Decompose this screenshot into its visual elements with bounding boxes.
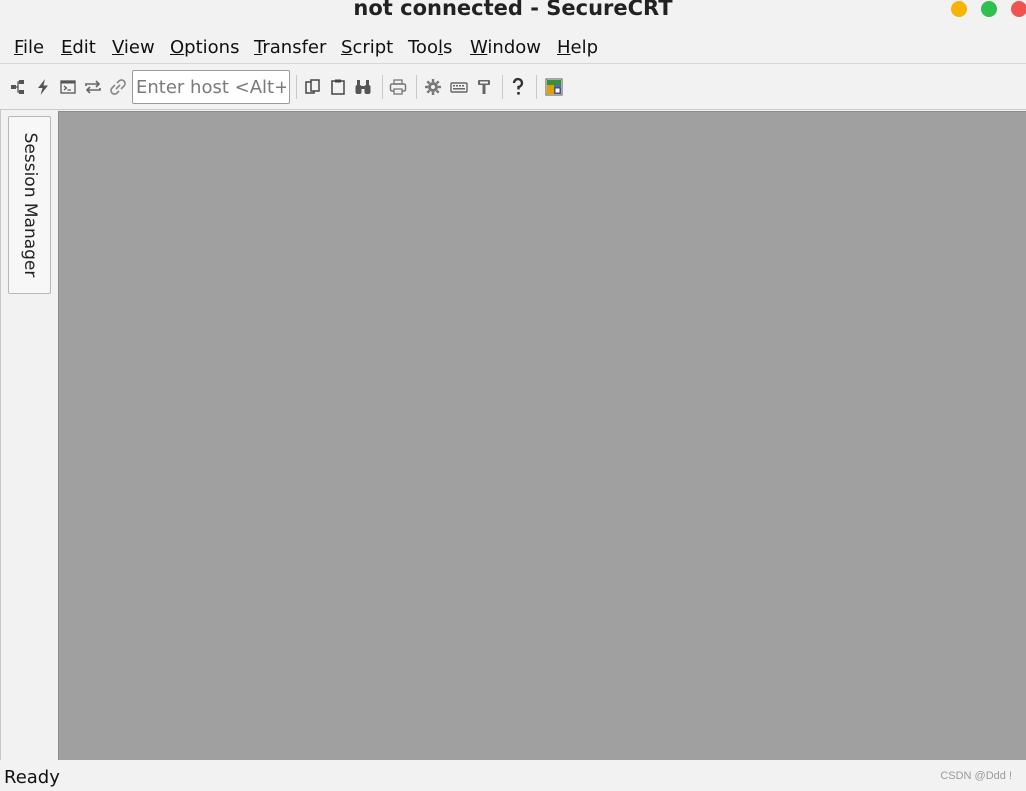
minimize-button[interactable] (951, 1, 967, 17)
copy-icon[interactable] (303, 77, 323, 97)
toolbar-separator (502, 75, 503, 99)
session-workspace (58, 111, 1026, 760)
session-manager-tab-label: Session Manager (19, 132, 40, 278)
session-sidebar: Session Manager (0, 110, 58, 760)
menu-help[interactable]: Help (557, 37, 598, 58)
menu-options[interactable]: Options (170, 37, 239, 58)
watermark: CSDN @Ddd ! (940, 770, 1012, 782)
print-icon[interactable] (388, 77, 408, 97)
window-title: not connected - SecureCRT (353, 0, 673, 20)
quick-connect-icon[interactable] (33, 77, 53, 97)
maximize-button[interactable] (981, 1, 997, 17)
find-icon[interactable] (353, 77, 373, 97)
menu-view[interactable]: View (112, 37, 155, 58)
sftp-icon[interactable] (474, 77, 494, 97)
menu-tools[interactable]: Tools (408, 37, 452, 58)
close-button[interactable] (1011, 1, 1026, 17)
status-bar: Ready CSDN @Ddd ! (0, 761, 1026, 791)
paste-icon[interactable] (328, 77, 348, 97)
reconnect-icon[interactable] (83, 77, 103, 97)
menu-bar: File Edit View Options Transfer Script T… (0, 33, 1026, 64)
menu-edit[interactable]: Edit (61, 37, 96, 58)
title-bar: not connected - SecureCRT (0, 0, 1026, 24)
toolbar-separator (382, 75, 383, 99)
connect-in-tab-icon[interactable] (58, 77, 78, 97)
disconnect-icon[interactable] (108, 77, 128, 97)
host-input[interactable] (132, 70, 290, 104)
connect-icon[interactable] (8, 77, 28, 97)
menu-transfer[interactable]: Transfer (254, 37, 326, 58)
menu-file[interactable]: File (14, 37, 44, 58)
session-options-icon[interactable] (423, 77, 443, 97)
menu-window[interactable]: Window (470, 37, 541, 58)
toolbar-separator (296, 75, 297, 99)
help-icon[interactable] (508, 77, 528, 97)
app-icon[interactable] (544, 77, 564, 97)
menu-script[interactable]: Script (341, 37, 393, 58)
toolbar-separator (416, 75, 417, 99)
toolbar-separator (536, 75, 537, 99)
keymap-editor-icon[interactable] (449, 77, 469, 97)
status-text: Ready (4, 767, 60, 788)
session-manager-tab[interactable]: Session Manager (8, 116, 51, 294)
securecrt-window: not connected - SecureCRT File Edit View… (0, 0, 1026, 791)
toolbar (0, 64, 1026, 110)
